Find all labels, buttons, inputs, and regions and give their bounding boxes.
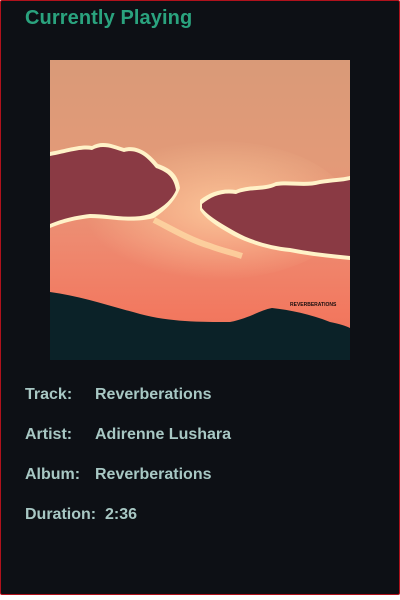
duration-label: Duration:	[25, 506, 97, 523]
album-cover: REVERBERATIONS	[50, 60, 350, 360]
album-label: Album:	[25, 466, 81, 483]
album-cover-art: REVERBERATIONS	[50, 60, 350, 360]
artist-value: Adirenne Lushara	[95, 426, 232, 443]
page-title: Currently Playing	[25, 7, 193, 29]
track-row: Track: Reverberations	[25, 386, 212, 404]
artist-row: Artist: Adirenne Lushara	[25, 426, 231, 444]
album-cover-text: REVERBERATIONS	[290, 302, 337, 308]
now-playing-panel: Currently Playing REVERBERATIONS Track: …	[0, 0, 400, 595]
track-label: Track:	[25, 386, 73, 403]
duration-row: Duration: 2:36	[25, 506, 137, 524]
album-value: Reverberations	[95, 466, 212, 483]
track-value: Reverberations	[95, 386, 212, 403]
album-row: Album: Reverberations	[25, 466, 212, 484]
artist-label: Artist:	[25, 426, 73, 443]
duration-value: 2:36	[105, 506, 138, 523]
